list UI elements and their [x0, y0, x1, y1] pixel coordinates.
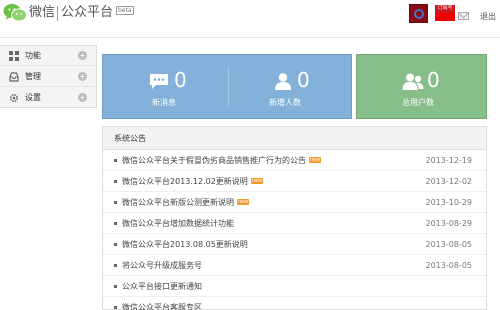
account-type-label: 订阅号: [437, 5, 453, 11]
new-badge: new: [309, 157, 322, 163]
expand-icon[interactable]: +: [78, 93, 87, 102]
bullet-icon: [114, 201, 117, 204]
bullet-icon: [114, 180, 117, 183]
sidebar: 功能 + 管理 + 设置 +: [0, 45, 97, 108]
stat-value: 0: [427, 68, 440, 92]
announcements-title: 系统公告: [114, 134, 146, 143]
announcement-title-text[interactable]: 微信公众平台2013.08.05更新说明: [122, 240, 248, 249]
avatar-ring-icon: [414, 9, 424, 19]
platform-name: 公众平台: [61, 5, 114, 20]
announcement-title-text[interactable]: 将公众号升级成服务号: [122, 261, 202, 270]
announcement-title[interactable]: 公众平台接口更新通知: [122, 282, 202, 292]
flag-stripe: [435, 13, 455, 21]
stats-panel-messages: 0 新消息 0 新增人数: [102, 54, 352, 119]
bullet-icon: [114, 306, 117, 309]
stats-panel-users: 0 总用户数: [356, 54, 487, 119]
announcement-row[interactable]: 将公众号升级成服务号 2013-08-05: [103, 255, 486, 276]
announcement-title[interactable]: 微信公众平台增加数据统计功能: [122, 219, 234, 229]
announcement-title[interactable]: 微信公众平台2013.08.05更新说明: [122, 240, 248, 250]
people-icon: [402, 73, 424, 90]
bullet-icon: [114, 243, 117, 246]
sidebar-item-label: 设置: [25, 93, 41, 102]
announcement-row[interactable]: 微信公众平台新版公测更新说明 new 2013-10-29: [103, 192, 486, 213]
announcement-title-text[interactable]: 微信公众平台2013.12.02更新说明: [122, 177, 248, 186]
brand-name: 微信: [29, 5, 56, 20]
stat-divider: [228, 67, 229, 107]
announcement-date: 2013-08-29: [425, 219, 473, 228]
person-icon: [275, 73, 291, 90]
new-badge: new: [250, 178, 264, 184]
expand-icon[interactable]: +: [78, 51, 87, 60]
bullet-icon: [114, 264, 117, 267]
announcement-row[interactable]: 微信公众平台客服专区: [103, 297, 486, 310]
mail-icon[interactable]: [458, 12, 469, 20]
stat-label: 新消息: [152, 98, 176, 107]
expand-icon[interactable]: +: [78, 72, 87, 81]
announcement-date: 2013-10-29: [425, 198, 473, 207]
announcement-row[interactable]: 微信公众平台2013.12.02更新说明 new 2013-12-02: [103, 171, 486, 192]
announcement-date: 2013-12-19: [425, 156, 473, 165]
stat-value: 0: [174, 68, 187, 92]
announcement-title-text[interactable]: 公众平台接口更新通知: [122, 282, 202, 291]
announcement-row[interactable]: 微信公众平台2013.08.05更新说明 2013-08-05: [103, 234, 486, 255]
stat-value: 0: [297, 68, 310, 92]
announcement-title[interactable]: 微信公众平台2013.12.02更新说明 new: [122, 177, 264, 187]
announcement-title-text[interactable]: 微信公众平台新版公测更新说明: [122, 198, 234, 207]
announcement-row[interactable]: 微信公众平台增加数据统计功能 2013-08-29: [103, 213, 486, 234]
grid-icon: [9, 51, 19, 61]
announcement-title-text[interactable]: 微信公众平台增加数据统计功能: [122, 219, 234, 228]
announcement-date: 2013-08-05: [425, 261, 473, 270]
stat-label: 总用户数: [402, 98, 434, 107]
announcement-title-text[interactable]: 微信公众平台客服专区: [122, 303, 202, 310]
announcement-title[interactable]: 微信公众平台新版公测更新说明 new: [122, 198, 250, 208]
sidebar-item-label: 功能: [25, 51, 41, 60]
bullet-icon: [114, 285, 117, 288]
sidebar-item-settings[interactable]: 设置 +: [0, 88, 97, 108]
account-type-flag[interactable]: 订阅号: [435, 5, 455, 21]
inbox-icon: [9, 72, 19, 82]
stat-label: 新增人数: [269, 98, 301, 107]
announcement-date: 2013-12-02: [425, 177, 473, 186]
announcements-header: 系统公告: [103, 127, 486, 150]
bullet-icon: [114, 222, 117, 225]
sidebar-item-manage[interactable]: 管理 +: [0, 67, 97, 87]
new-badge: new: [237, 199, 250, 205]
account-avatar[interactable]: [409, 4, 428, 23]
sidebar-item-label: 管理: [25, 72, 41, 81]
announcement-row[interactable]: 微信公众平台关于假冒伪劣商品销售推广行为的公告 new 2013-12-19: [103, 150, 486, 171]
gear-icon: [9, 93, 19, 103]
bullet-icon: [114, 159, 117, 162]
beta-tag: beta: [116, 6, 134, 15]
announcement-title[interactable]: 微信公众平台关于假冒伪劣商品销售推广行为的公告 new: [122, 156, 322, 166]
announcement-title[interactable]: 微信公众平台客服专区: [122, 303, 202, 310]
sidebar-item-functions[interactable]: 功能 +: [0, 46, 97, 66]
announcement-title[interactable]: 将公众号升级成服务号: [122, 261, 202, 271]
wechat-logo-icon: [3, 4, 27, 22]
chat-bubble-icon: [150, 74, 168, 89]
announcement-date: 2013-08-05: [425, 240, 473, 249]
top-header: 微信 公众平台 beta 订阅号 退出: [0, 0, 500, 38]
logout-link[interactable]: 退出: [480, 12, 496, 22]
system-announcements: 系统公告 微信公众平台关于假冒伪劣商品销售推广行为的公告 new 2013-12-1…: [102, 126, 487, 310]
announcement-title-text[interactable]: 微信公众平台关于假冒伪劣商品销售推广行为的公告: [122, 156, 306, 165]
announcement-row[interactable]: 公众平台接口更新通知: [103, 276, 486, 297]
brand-divider: [57, 6, 58, 21]
